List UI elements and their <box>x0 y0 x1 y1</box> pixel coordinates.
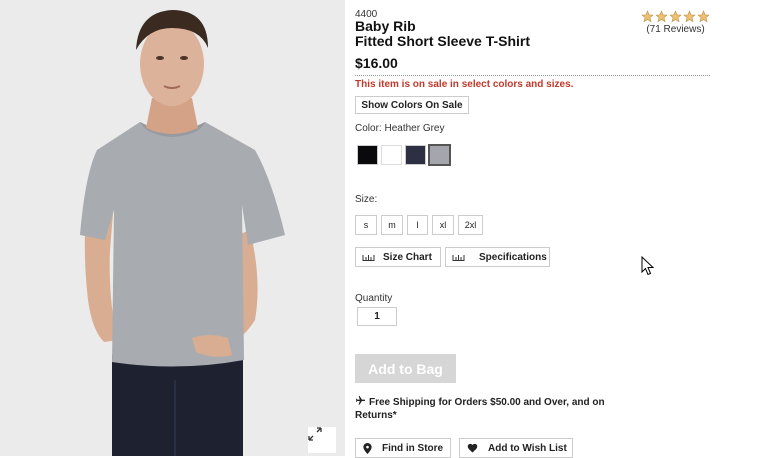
specifications-label: Specifications <box>479 251 547 263</box>
product-price: $16.00 <box>355 55 398 71</box>
size-option-m[interactable]: m <box>381 215 403 235</box>
size-option-2xl[interactable]: 2xl <box>458 215 483 235</box>
product-title-line2: Fitted Short Sleeve T-Shirt <box>355 33 531 49</box>
product-title: Baby Rib Fitted Short Sleeve T-Shirt <box>355 19 530 49</box>
color-swatch-navy[interactable] <box>405 145 426 165</box>
color-label: Color: Heather Grey <box>355 123 445 134</box>
star-icon <box>641 10 654 23</box>
find-in-store-button[interactable]: Find in Store <box>355 438 451 458</box>
reviews-link[interactable]: (71 Reviews) <box>641 24 710 35</box>
divider <box>355 75 710 76</box>
ruler-icon <box>362 253 375 261</box>
show-colors-on-sale-button[interactable]: Show Colors On Sale <box>355 96 469 114</box>
shipping-text: Free Shipping for Orders $50.00 and Over… <box>355 397 605 421</box>
map-pin-icon <box>363 442 372 454</box>
model-photo <box>0 0 345 456</box>
shipping-info: Free Shipping for Orders $50.00 and Over… <box>355 395 635 422</box>
size-chart-label: Size Chart <box>383 251 432 263</box>
star-icon <box>697 10 710 23</box>
color-swatch-black[interactable] <box>357 145 378 165</box>
star-icon <box>655 10 668 23</box>
product-title-line1: Baby Rib <box>355 18 416 34</box>
sale-notice: This item is on sale in select colors an… <box>355 79 574 90</box>
wish-list-label: Add to Wish List <box>488 442 567 454</box>
star-icon <box>683 10 696 23</box>
color-swatch-heather-grey[interactable] <box>428 144 451 166</box>
color-swatch-white[interactable] <box>381 145 402 165</box>
selected-color: Heather Grey <box>384 123 445 134</box>
add-to-bag-button[interactable]: Add to Bag <box>355 354 456 383</box>
product-rating[interactable]: (71 Reviews) <box>641 10 710 35</box>
star-rating <box>641 10 710 23</box>
size-option-xl[interactable]: xl <box>432 215 454 235</box>
color-label-text: Color: <box>355 123 382 134</box>
size-option-l[interactable]: l <box>407 215 428 235</box>
product-image[interactable] <box>0 0 345 456</box>
add-to-wish-list-button[interactable]: Add to Wish List <box>459 438 573 458</box>
size-label: Size: <box>355 194 378 205</box>
mouse-cursor-icon <box>641 256 655 276</box>
find-in-store-label: Find in Store <box>382 442 444 454</box>
ruler-icon <box>452 253 465 261</box>
star-icon <box>669 10 682 23</box>
size-option-s[interactable]: s <box>355 215 377 235</box>
heart-icon <box>467 443 478 453</box>
zoom-button[interactable] <box>308 427 336 453</box>
product-details: 4400 Baby Rib Fitted Short Sleeve T-Shir… <box>355 0 755 458</box>
quantity-input[interactable] <box>357 307 397 326</box>
size-chart-button[interactable]: Size Chart <box>355 247 441 267</box>
specifications-button[interactable]: Specifications <box>445 247 550 267</box>
quantity-label: Quantity <box>355 293 393 304</box>
airplane-icon <box>355 395 366 410</box>
